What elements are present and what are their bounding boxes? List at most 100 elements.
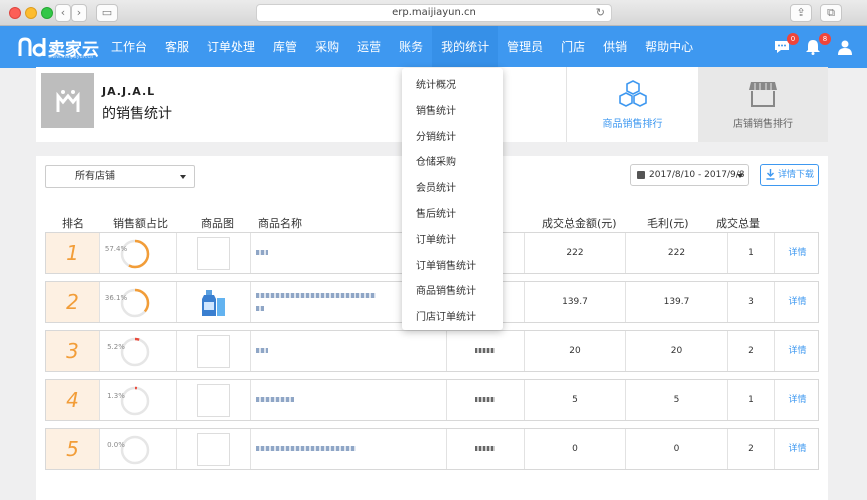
bell-icon[interactable]: 8 [805,33,831,55]
dropdown-item[interactable]: 仓储采购 [402,150,503,176]
detail-link[interactable]: 详情 [775,331,820,371]
rank-number: 3 [46,331,100,371]
table-row: 4 1.3% 5 5 1 详情 [45,379,819,421]
forward-icon[interactable]: › [71,4,87,22]
logo-icon [18,37,46,57]
address-bar[interactable]: erp.maijiayun.cn ↻ [256,4,612,22]
minimize-window-button[interactable] [25,7,37,19]
ratio-value: 57.4% [104,245,128,253]
nav-item[interactable]: 供销 [594,26,636,68]
dropdown-item[interactable]: 分销统计 [402,125,503,151]
nav-item[interactable]: 管理员 [498,26,552,68]
product-thumbnail[interactable] [197,237,230,270]
nav-item[interactable]: 客服 [156,26,198,68]
zoom-window-button[interactable] [41,7,53,19]
stats-dropdown-menu: 统计概况 销售统计 分销统计 仓储采购 会员统计 售后统计 订单统计 订单销售统计 商品销售统计… [402,68,503,330]
top-navigation: 卖家云 www.maijiayun.cn 工作台 客服 订单处理 库管 采购 运营 账务 我的… [0,26,867,68]
profit-value: 20 [626,331,728,371]
qty-value: 2 [728,331,775,371]
nav-item[interactable]: 账务 [390,26,432,68]
ratio-value: 5.2% [107,343,125,351]
product-thumbnail[interactable] [197,335,230,368]
product-name[interactable] [251,429,447,469]
dropdown-item[interactable]: 统计概况 [402,73,503,99]
col-header-image: 商品图 [201,217,234,230]
nav-item[interactable]: 订单处理 [198,26,264,68]
tab-goods-ranking[interactable]: 商品销售排行 [566,67,698,142]
close-window-button[interactable] [9,7,21,19]
notify-badge: 8 [819,33,831,45]
product-thumbnail[interactable] [197,384,230,417]
detail-link[interactable]: 详情 [775,429,820,469]
ratio-value: 1.3% [107,392,125,400]
nav-item[interactable]: 工作台 [102,26,156,68]
col-header-qty: 成交总量 [716,217,760,230]
date-range-picker[interactable]: 2017/8/10 - 2017/9/8 [630,164,749,186]
dropdown-item[interactable]: 订单销售统计 [402,254,503,280]
dropdown-item[interactable]: 销售统计 [402,99,503,125]
product-name[interactable] [251,331,447,371]
profit-value: 5 [626,380,728,420]
tab-store-label: 店铺销售排行 [733,119,793,130]
amount-value: 222 [525,233,626,273]
product-name-redacted [256,446,356,451]
profit-value: 139.7 [626,282,728,322]
reload-icon[interactable]: ↻ [596,5,605,21]
col-header-profit: 毛利(元) [647,217,689,230]
col-header-name: 商品名称 [258,217,302,230]
table-row: 3 5.2% 20 20 2 详情 [45,330,819,372]
browser-toolbar: ‹ › ▭ erp.maijiayun.cn ↻ ⇪ ⧉ [0,0,867,26]
nav-item[interactable]: 门店 [552,26,594,68]
page-title: 的销售统计 [102,106,172,122]
dropdown-item[interactable]: 会员统计 [402,176,503,202]
product-code-redacted [475,397,495,402]
product-thumbnail[interactable] [197,433,230,466]
shop-name: JA.J.A.L [102,85,156,98]
download-label: 详情下载 [778,170,815,180]
dropdown-item[interactable]: 订单统计 [402,228,503,254]
shop-avatar [41,73,94,128]
date-range-value: 2017/8/10 - 2017/9/8 [649,170,745,180]
address-url: erp.maijiayun.cn [392,7,476,18]
back-icon[interactable]: ‹ [55,4,71,22]
main-menu: 工作台 客服 订单处理 库管 采购 运营 账务 我的统计 管理员 门店 供销 帮助中心 [102,26,702,68]
download-button[interactable]: 详情下载 [760,164,819,186]
profit-value: 0 [626,429,728,469]
detail-link[interactable]: 详情 [775,282,820,322]
col-header-amount: 成交总金额(元) [542,217,617,230]
rank-number: 4 [46,380,100,420]
message-icon[interactable]: 0 [773,33,799,55]
detail-link[interactable]: 详情 [775,233,820,273]
amount-value: 5 [525,380,626,420]
product-name-redacted [266,250,268,255]
dropdown-item[interactable]: 售后统计 [402,202,503,228]
dropdown-item[interactable]: 商品销售统计 [402,279,503,305]
product-name-redacted [256,306,264,311]
nav-item[interactable]: 采购 [306,26,348,68]
dropdown-item[interactable]: 门店订单统计 [402,305,503,331]
nav-item[interactable]: 运营 [348,26,390,68]
ratio-value: 36.1% [104,294,128,302]
tabs-overview-icon[interactable]: ⧉ [820,4,842,22]
product-name-redacted [256,250,266,255]
nav-item[interactable]: 库管 [264,26,306,68]
user-icon[interactable] [837,39,855,55]
message-badge: 0 [787,33,799,45]
product-name[interactable] [251,380,447,420]
qty-value: 2 [728,429,775,469]
product-thumbnail[interactable] [197,286,230,319]
nav-item[interactable]: 帮助中心 [636,26,702,68]
profit-value: 222 [626,233,728,273]
sidebar-icon[interactable]: ▭ [96,4,118,22]
calendar-icon [637,171,645,179]
nav-item[interactable]: 我的统计 [432,26,499,68]
share-icon[interactable]: ⇪ [790,4,812,22]
tab-store-ranking[interactable]: 店铺销售排行 [698,67,828,142]
brand-url: www.maijiayun.cn [48,54,94,60]
rank-number: 1 [46,233,100,273]
amount-value: 20 [525,331,626,371]
store-select[interactable]: 所有店铺 [45,165,195,188]
caret-down-icon [180,175,186,179]
detail-link[interactable]: 详情 [775,380,820,420]
store-select-value: 所有店铺 [75,171,115,182]
